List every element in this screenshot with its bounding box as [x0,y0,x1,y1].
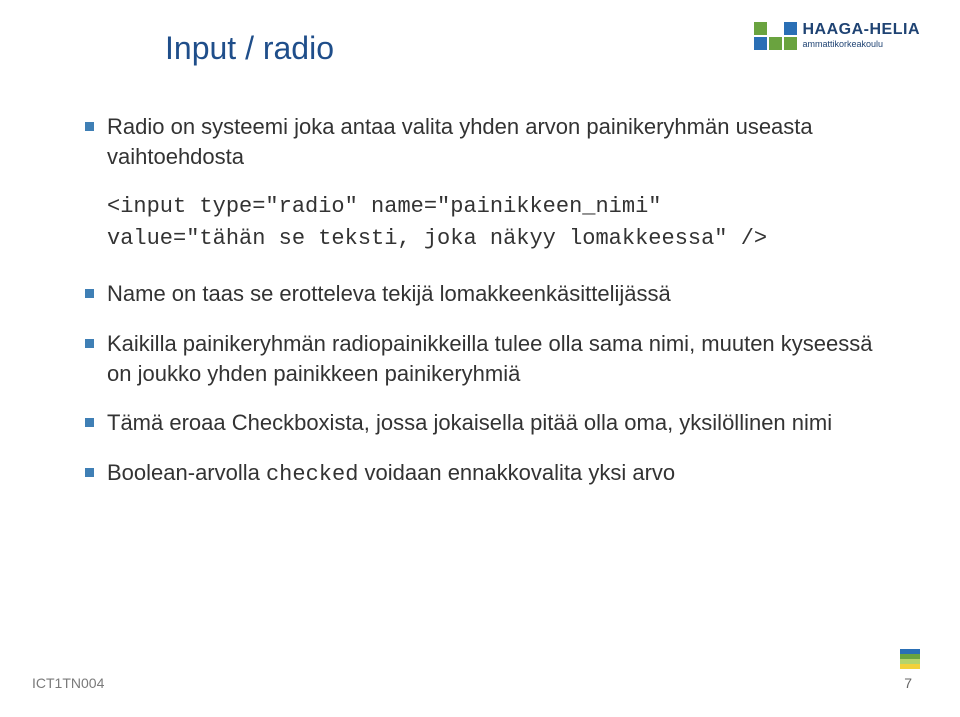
logo-brand: HAAGA-HELIA [803,22,921,39]
page-number: 7 [904,675,912,691]
footer-code: ICT1TN004 [32,675,104,691]
bullet-list: Radio on systeemi joka antaa valita yhde… [85,112,890,171]
logo-text: HAAGA-HELIA ammattikorkeakoulu [803,22,921,49]
bullet-list: Name on taas se erotteleva tekijä lomakk… [85,279,890,489]
bullet-text-post: voidaan ennakkovalita yksi arvo [358,460,675,485]
bullet-item: Radio on systeemi joka antaa valita yhde… [85,112,890,171]
logo-tagline: ammattikorkeakoulu [803,40,884,49]
bullet-text-pre: Boolean-arvolla [107,460,266,485]
bullet-item: Kaikilla painikeryhmän radiopainikkeilla… [85,329,890,388]
logo-row: HAAGA-HELIA ammattikorkeakoulu [754,22,921,50]
code-line: value="tähän se teksti, joka näkyy lomak… [107,223,890,255]
logo-mark-icon [754,22,797,50]
bullet-item: Boolean-arvolla checked voidaan ennakkov… [85,458,890,490]
code-block: <input type="radio" name="painikkeen_nim… [107,191,890,255]
code-line: <input type="radio" name="painikkeen_nim… [107,191,890,223]
inline-code: checked [266,462,358,487]
bullet-item: Name on taas se erotteleva tekijä lomakk… [85,279,890,309]
color-stripe-icon [900,649,920,669]
brand-logo: HAAGA-HELIA ammattikorkeakoulu [754,22,921,50]
slide: HAAGA-HELIA ammattikorkeakoulu Input / r… [0,0,960,717]
bullet-item: Tämä eroaa Checkboxista, jossa jokaisell… [85,408,890,438]
